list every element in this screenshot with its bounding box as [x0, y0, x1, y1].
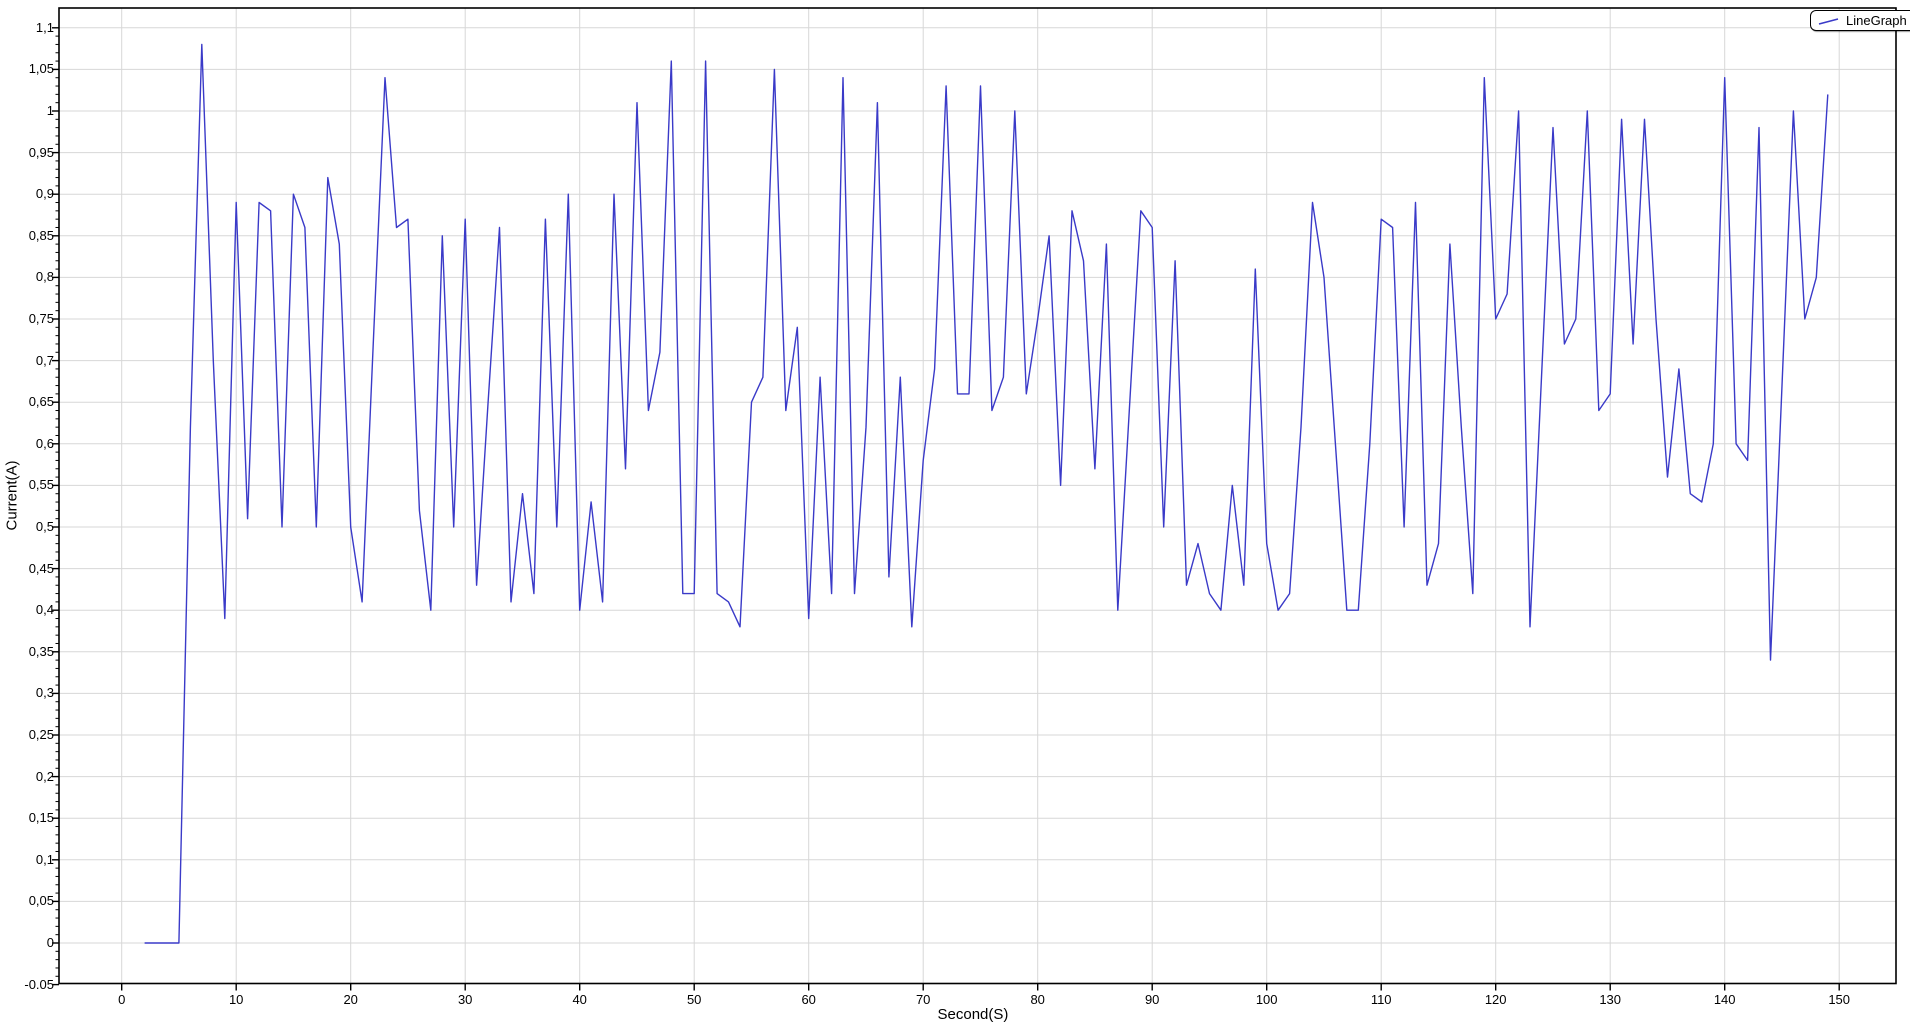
x-tick-label: 90: [1130, 992, 1174, 1008]
x-tick-label: 150: [1817, 992, 1861, 1008]
chart-window: 1,11,0510,950,90,850,80,750,70,650,60,55…: [0, 0, 1910, 1027]
y-tick-label: 0,75: [0, 311, 54, 327]
y-tick-label: 0,6: [0, 436, 54, 452]
y-tick-label: 0,7: [0, 353, 54, 369]
y-tick-label: 0,35: [0, 644, 54, 660]
x-tick-label: 110: [1359, 992, 1403, 1008]
y-tick-label: 0,1: [0, 852, 54, 868]
y-tick-label: 0,85: [0, 228, 54, 244]
y-tick-label: 0,15: [0, 810, 54, 826]
x-tick-label: 100: [1245, 992, 1289, 1008]
y-tick-label: 0,4: [0, 602, 54, 618]
y-axis-title: Current(A): [4, 455, 21, 535]
x-tick-label: 80: [1016, 992, 1060, 1008]
x-tick-label: 20: [329, 992, 373, 1008]
x-tick-label: 60: [787, 992, 831, 1008]
legend-label: LineGraph: [1846, 13, 1907, 28]
y-tick-label: 0,3: [0, 685, 54, 701]
x-tick-label: 130: [1588, 992, 1632, 1008]
y-tick-label: 1,1: [0, 20, 54, 36]
y-tick-label: 0,05: [0, 893, 54, 909]
legend-line-sample-icon: [1817, 15, 1841, 27]
line-series: [145, 44, 1828, 943]
x-tick-label: 120: [1474, 992, 1518, 1008]
x-tick-label: 50: [672, 992, 716, 1008]
x-tick-label: 140: [1703, 992, 1747, 1008]
y-tick-label: 0,25: [0, 727, 54, 743]
y-tick-label: 0,45: [0, 561, 54, 577]
y-tick-label: 0,95: [0, 145, 54, 161]
x-tick-label: 10: [214, 992, 258, 1008]
plot-area: [0, 0, 1910, 1027]
y-tick-label: 0,9: [0, 186, 54, 202]
y-tick-label: 0,2: [0, 769, 54, 785]
x-axis-title: Second(S): [938, 1006, 1009, 1023]
legend: LineGraph: [1810, 10, 1910, 31]
y-tick-label: -0.05: [0, 977, 54, 993]
x-tick-label: 30: [443, 992, 487, 1008]
y-tick-label: 0: [0, 935, 54, 951]
x-tick-label: 0: [100, 992, 144, 1008]
y-tick-label: 0,8: [0, 269, 54, 285]
y-tick-label: 1,05: [0, 61, 54, 77]
y-tick-label: 1: [0, 103, 54, 119]
x-tick-label: 40: [558, 992, 602, 1008]
y-tick-label: 0,65: [0, 394, 54, 410]
